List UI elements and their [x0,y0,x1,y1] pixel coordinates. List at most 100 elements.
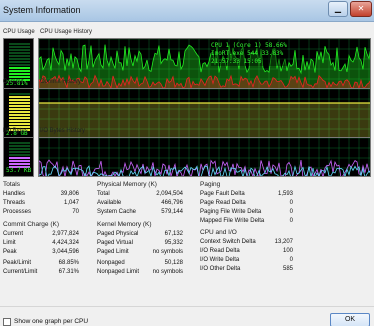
stat-row: Current 2,977,824 [3,231,79,237]
stat-label: Total [97,191,110,197]
gauge-bar [9,160,30,162]
stat-label: Limit [3,240,16,246]
commit-label: Commit [3,79,24,85]
stat-row: Limit 4,424,324 [3,240,79,246]
minimize-icon: ▁ [334,4,342,13]
stat-label: Paging File Write Delta [200,209,262,215]
io-history-svg [39,138,370,176]
cpu-legend: CPU 1 (Core 1) 58.66% ImoRT.exe 544 33.8… [211,42,287,66]
commit-history-label: Commit History [40,79,82,85]
gauge-bar [9,145,30,147]
stat-label: Threads [3,200,26,206]
stat-row: Paged Limit no symbols [97,249,183,255]
gauge-bar [9,76,30,78]
gauge-bar [9,99,30,101]
gauge-bar [9,151,30,153]
stat-row: Page Fault Delta 1,593 [200,191,293,197]
stat-value: 0 [289,257,293,263]
minimize-button[interactable]: ▁ [328,1,348,17]
stat-value: 2,094,504 [156,191,183,197]
cpu-legend-line: ImoRT.exe 544 33.83% [211,50,284,57]
gauge-bar [9,93,30,95]
stat-value: 0 [289,209,293,215]
gauge-bar [9,58,30,60]
io-history-graph [38,137,371,177]
gauge-bar [9,67,30,69]
gauge-bar [9,102,30,104]
io-value: 53.7 KB [6,167,32,174]
one-graph-per-cpu-label[interactable]: Show one graph per CPU [14,318,88,325]
stat-row: Processes 70 [3,209,79,215]
stat-value: 50,128 [164,260,183,266]
stat-row: Paged Physical 67,132 [97,231,183,237]
stat-label: Mapped File Write Delta [200,218,265,224]
stat-value: 68.85% [58,260,79,266]
ok-button[interactable]: OK [330,313,370,326]
gauge-bar [9,70,30,72]
stat-label: Processes [3,209,32,215]
physical-memory-title: Physical Memory (K) [97,181,157,188]
gauge-bar [9,52,30,54]
window-client: CPU Usage CPU Usage History 25.81% CPU 1… [0,22,374,326]
stat-row: Mapped File Write Delta 0 [200,218,293,224]
stat-value: no symbols [152,269,183,275]
stat-label: Context Switch Delta [200,239,256,245]
stat-value: 579,144 [161,209,183,215]
stat-label: Nonpaged [97,260,125,266]
gauge-bar [9,148,30,150]
cpu-io-title: CPU and I/O [200,229,237,236]
stat-value: 95,332 [164,240,183,246]
close-button[interactable]: ✕ [350,1,372,17]
gauge-bar [9,154,30,156]
one-graph-per-cpu-checkbox[interactable] [3,318,11,326]
stat-row: I/O Read Delta 100 [200,248,293,254]
gauge-bar [9,157,30,159]
stat-value: 0 [289,200,293,206]
stat-value: 1,047 [63,200,79,206]
stat-value: 2,977,824 [52,231,79,237]
gauge-bar [9,114,30,116]
io-label: I/O Bytes [3,128,28,134]
stat-row: Page Read Delta 0 [200,200,293,206]
stat-row: Current/Limit 67.31% [3,269,79,275]
gauge-bar [9,120,30,122]
gauge-bar [9,73,30,75]
stat-value: 67,132 [164,231,183,237]
gauge-bar [9,123,30,125]
gauge-bar [9,111,30,113]
io-gauge: 53.7 KB [3,137,34,177]
stat-row: Peak/Limit 68.85% [3,260,79,266]
stat-label: Paged Limit [97,249,129,255]
stat-value: 70 [72,209,79,215]
stat-label: Paged Virtual [97,240,133,246]
kernel-memory-title: Kernel Memory (K) [97,221,152,228]
stat-row: Handles 39,806 [3,191,79,197]
title-bar: System Information ▁ ✕ [0,0,374,22]
commit-history-svg [39,89,370,139]
close-icon: ✕ [357,4,365,13]
stat-label: Handles [3,191,26,197]
footer-divider [0,306,374,307]
stat-value: 3,044,596 [52,249,79,255]
stat-label: Peak [3,249,17,255]
stat-label: Page Fault Delta [200,191,245,197]
stat-label: I/O Write Delta [200,257,240,263]
cpu-usage-label: CPU Usage [3,29,35,35]
stat-row: Nonpaged 50,128 [97,260,183,266]
cpu-history-label: CPU Usage History [40,29,93,35]
gauge-bar [9,142,30,144]
stat-value: 4,424,324 [52,240,79,246]
stat-row: Peak 3,044,596 [3,249,79,255]
stat-value: 39,806 [60,191,79,197]
stat-row: I/O Other Delta 585 [200,266,293,272]
stat-label: Available [97,200,122,206]
stat-value: 1,593 [277,191,293,197]
stat-value: 585 [282,266,293,272]
io-history-label: I/O Bytes History [40,128,86,134]
commit-history-graph [38,88,371,140]
stat-label: I/O Read Delta [200,248,240,254]
stat-row: Paged Virtual 95,332 [97,240,183,246]
cpu-history-graph: CPU 1 (Core 1) 58.66% ImoRT.exe 544 33.8… [38,38,371,90]
cpu-history-svg [39,39,370,89]
stat-row: Nonpaged Limit no symbols [97,269,183,275]
